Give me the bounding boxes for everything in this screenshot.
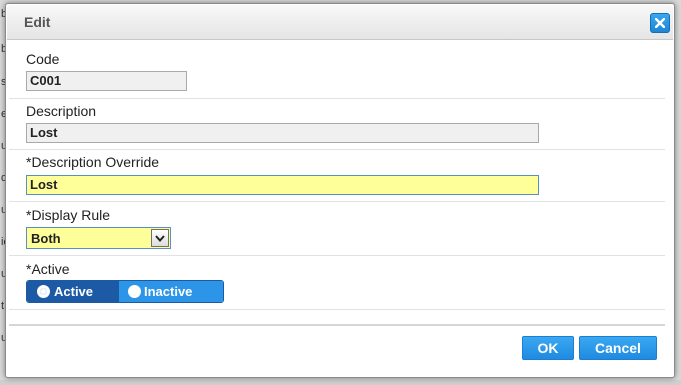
edit-dialog: Edit Code C001 Description Lost *Descrip… [5,3,675,378]
display-rule-select[interactable]: Both [26,227,171,249]
divider [9,309,665,310]
ok-button[interactable]: OK [522,336,574,360]
description-override-value: Lost [30,177,58,192]
divider [9,98,665,99]
footer-divider [9,324,665,326]
description-label: Description [26,103,97,119]
active-option-label: Active [54,284,94,299]
cancel-button[interactable]: Cancel [579,336,657,360]
close-icon [655,18,665,28]
dialog-titlebar[interactable]: Edit [7,5,673,40]
dialog-title: Edit [24,14,51,30]
display-rule-value: Both [31,231,61,246]
inactive-option[interactable]: Inactive [119,281,223,302]
divider [9,255,665,256]
dropdown-button[interactable] [151,229,169,247]
background-text: t [1,300,5,312]
divider [9,149,665,150]
divider [9,201,665,202]
inactive-option-label: Inactive [144,284,193,299]
code-value: C001 [30,73,62,88]
chevron-down-icon [155,235,165,242]
description-field[interactable]: Lost [26,123,539,143]
background-strip [0,380,681,385]
display-rule-label: *Display Rule [26,207,111,223]
code-label: Code [26,51,60,67]
code-field[interactable]: C001 [26,71,187,91]
radio-unselected-icon [128,285,141,298]
description-override-label: *Description Override [26,154,160,170]
active-option[interactable]: Active [27,281,119,302]
active-label: *Active [26,261,70,277]
radio-selected-icon [37,285,50,298]
active-toggle: Active Inactive [26,280,224,303]
close-button[interactable] [650,13,670,33]
description-override-field[interactable]: Lost [26,175,539,195]
description-value: Lost [30,125,58,140]
